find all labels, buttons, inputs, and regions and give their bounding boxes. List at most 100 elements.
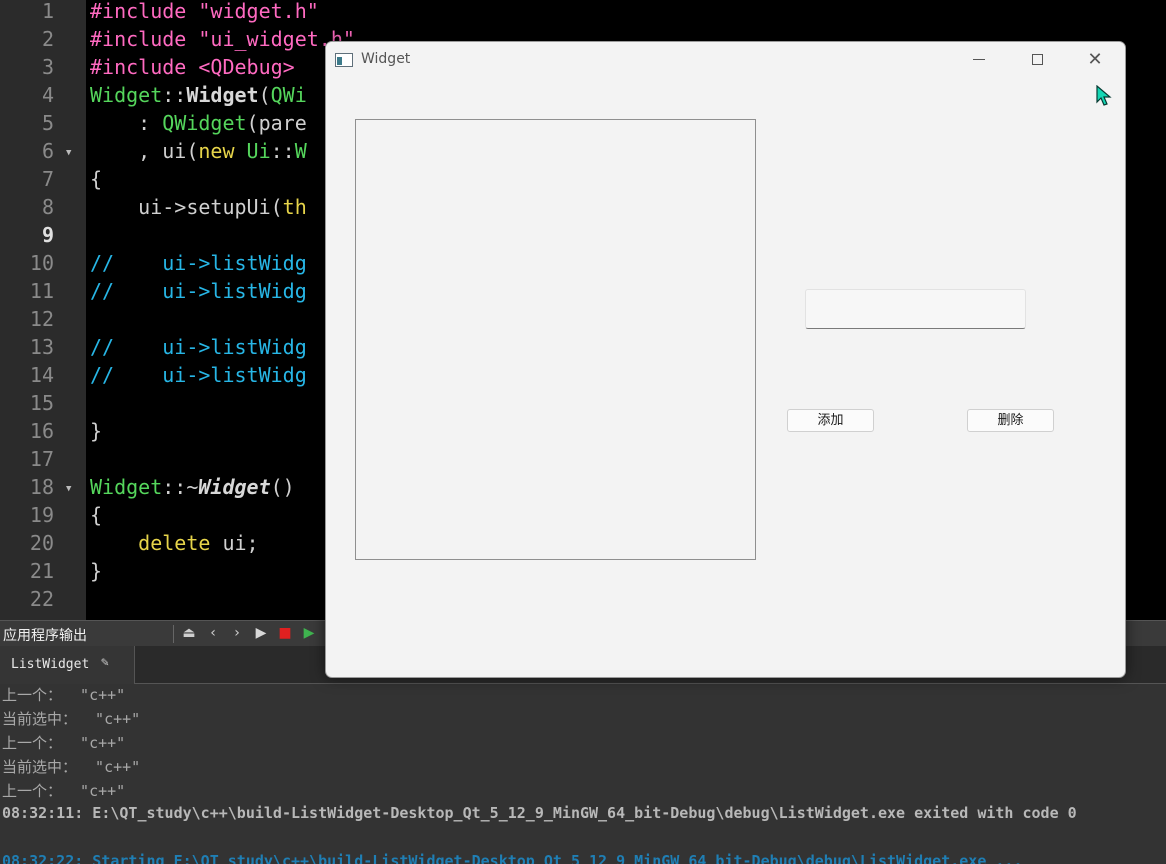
line-number: 12 — [29, 307, 54, 331]
add-button[interactable]: 添加 — [787, 409, 874, 432]
code-line: delete ui; — [90, 531, 259, 561]
code-token: :: — [162, 83, 187, 107]
code-token: #include — [90, 55, 199, 79]
line-number: 21 — [29, 559, 54, 583]
code-token: // ui->listWidg — [90, 363, 307, 387]
code-token: new — [198, 139, 247, 163]
item-input[interactable] — [805, 289, 1026, 329]
line-number: 7 — [41, 167, 54, 191]
line-number: 22 — [29, 587, 54, 611]
line-number: 14 — [29, 363, 54, 387]
code-token: #include — [90, 0, 199, 23]
stop-icon[interactable]: ■ — [276, 624, 294, 642]
line-number: 18 — [29, 475, 54, 499]
code-line: ui->setupUi(th — [90, 197, 307, 225]
run-icon[interactable]: ▶ — [252, 624, 270, 642]
output-tab-listwidget[interactable]: ListWidget ✎ — [0, 646, 135, 684]
maximize-icon — [1032, 54, 1043, 65]
code-line: : QWidget(pare — [90, 113, 307, 141]
line-number: 20 — [29, 531, 54, 555]
code-line: { — [90, 169, 102, 197]
output-tab-label: ListWidget — [11, 657, 90, 672]
code-token: Widget — [186, 83, 259, 107]
widget-window: Widget ✕ 添加 删除 — [325, 41, 1126, 678]
code-line: // ui->listWidg — [90, 281, 307, 309]
code-token: W — [294, 139, 307, 163]
output-line: 上一个： "c++" — [2, 782, 126, 800]
minimize-button[interactable] — [950, 42, 1008, 78]
line-number: 8 — [41, 195, 54, 219]
code-token: { — [90, 503, 103, 527]
window-titlebar[interactable]: Widget ✕ — [326, 42, 1125, 78]
output-line: 当前选中： "c++" — [2, 758, 141, 776]
fold-marker-icon[interactable]: ▼ — [66, 148, 76, 158]
code-token: ( — [258, 83, 271, 107]
output-line: 08:32:11: E:\QT_study\c++\build-ListWidg… — [2, 804, 1077, 822]
code-line: } — [90, 421, 102, 449]
line-number: 6 — [41, 139, 54, 163]
next-item-icon[interactable]: › — [228, 624, 246, 642]
code-token: QWi — [270, 83, 307, 107]
code-token: (pare — [246, 111, 307, 135]
minimize-icon — [973, 59, 985, 60]
attach-icon[interactable]: ⏏ — [180, 624, 198, 642]
code-token: } — [90, 419, 103, 443]
code-token: () — [270, 475, 295, 499]
mouse-cursor-icon — [1096, 85, 1112, 106]
code-token: : — [90, 111, 163, 135]
code-token: <QDebug> — [198, 55, 295, 79]
code-line: // ui->listWidg — [90, 337, 307, 365]
code-token: // ui->listWidg — [90, 335, 307, 359]
code-token: QWidget — [162, 111, 247, 135]
previous-item-icon[interactable]: ‹ — [204, 624, 222, 642]
code-token: ui->setupUi( — [90, 195, 283, 219]
line-number: 2 — [41, 27, 54, 51]
code-line: Widget::Widget(QWi — [90, 85, 307, 113]
line-number: 15 — [29, 391, 54, 415]
window-title: Widget — [361, 51, 411, 67]
code-line: } — [90, 561, 102, 589]
code-line: Widget::~Widget() — [90, 477, 295, 505]
close-button[interactable]: ✕ — [1066, 42, 1124, 78]
pin-icon[interactable]: ✎ — [101, 655, 109, 670]
code-token: ui; — [210, 531, 259, 555]
maximize-button[interactable] — [1008, 42, 1066, 78]
code-token: { — [90, 167, 103, 191]
line-number: 19 — [29, 503, 54, 527]
line-number: 4 — [41, 83, 54, 107]
line-number-gutter: 1 2 3 4 5 6 ▼ 7 8 9 10 11 12 13 14 15 16 17 18 ▼ 19 20 21 22 — [0, 0, 86, 620]
app-icon — [335, 53, 353, 67]
output-log[interactable]: 上一个： "c++" 当前选中： "c++" 上一个： "c++" 当前选中： "c+… — [0, 684, 1166, 864]
output-line: 上一个： "c++" — [2, 734, 126, 752]
list-widget[interactable] — [355, 119, 756, 560]
output-line: 08:32:22: Starting E:\QT_study\c++\build… — [2, 852, 1023, 864]
code-token: :: — [270, 139, 295, 163]
code-line: #include <QDebug> — [90, 57, 295, 85]
output-line: 当前选中： "c++" — [2, 710, 141, 728]
close-icon: ✕ — [1087, 49, 1103, 70]
code-line: // ui->listWidg — [90, 365, 307, 393]
fold-marker-icon[interactable]: ▼ — [66, 484, 76, 494]
code-line: #include "widget.h" — [90, 1, 319, 29]
code-token: "widget.h" — [198, 0, 319, 23]
output-pane-title: 应用程序输出 — [3, 628, 87, 644]
line-number: 10 — [29, 251, 54, 275]
code-token: , ui( — [90, 139, 199, 163]
debug-run-icon[interactable]: ▶ — [300, 624, 318, 642]
line-number: 5 — [41, 111, 54, 135]
line-number: 3 — [41, 55, 54, 79]
delete-button[interactable]: 删除 — [967, 409, 1054, 432]
code-token: // ui->listWidg — [90, 251, 307, 275]
output-line: 上一个： "c++" — [2, 686, 126, 704]
code-token: ::~ — [162, 475, 199, 499]
code-line: // ui->listWidg — [90, 253, 307, 281]
code-line: #include "ui_widget.h" — [90, 29, 355, 57]
code-token: Widget — [90, 83, 163, 107]
line-number: 16 — [29, 419, 54, 443]
code-token: // ui->listWidg — [90, 279, 307, 303]
code-line: , ui(new Ui::W — [90, 141, 307, 169]
line-number: 17 — [29, 447, 54, 471]
code-token: th — [282, 195, 307, 219]
code-token: } — [90, 559, 103, 583]
